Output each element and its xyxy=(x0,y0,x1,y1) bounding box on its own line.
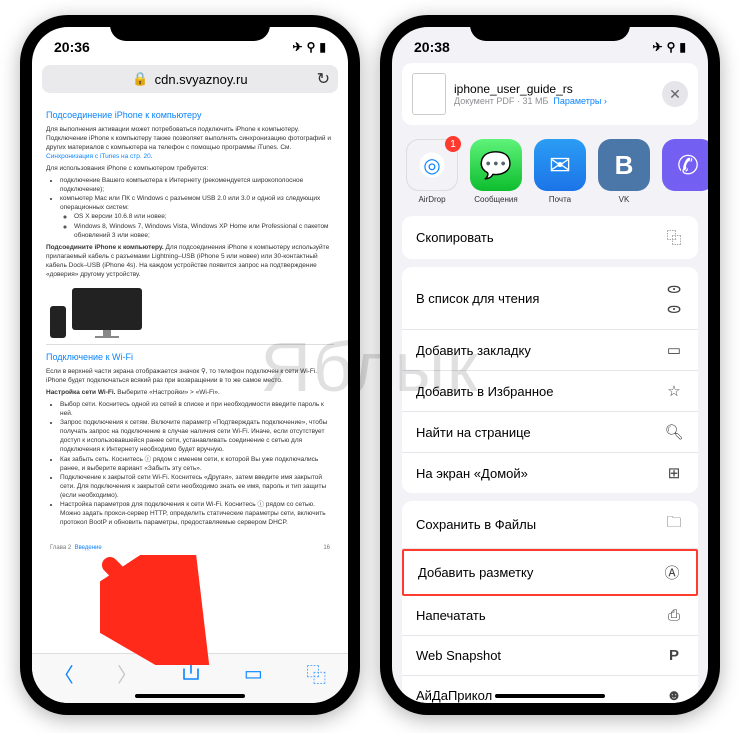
action-group-3: Сохранить в Файлы 🗀 Добавить разметку Ⓐ … xyxy=(402,501,698,703)
smile-icon: ☻ xyxy=(664,687,684,703)
action-add-home[interactable]: На экран «Домой» ⊞ xyxy=(402,453,698,493)
close-icon: ✕ xyxy=(669,86,681,103)
options-link[interactable]: Параметры › xyxy=(553,96,606,106)
status-time: 20:36 xyxy=(54,39,90,55)
share-button[interactable] xyxy=(181,659,201,689)
address-bar[interactable]: 🔒 cdn.svyaznoy.ru ↻ xyxy=(42,65,338,93)
action-group-2: В список для чтения ᯣᯣ Добавить закладку… xyxy=(402,267,698,493)
li-computer: компьютер Mac или ПК с Windows с разъемо… xyxy=(60,195,320,211)
app-messages[interactable]: 💬 Сообщения xyxy=(470,139,522,204)
airplane-icon: ✈︎ xyxy=(653,40,663,54)
messages-icon: 💬 xyxy=(470,139,522,191)
phone-left: 20:36 ✈︎ ⚲ ▮ 🔒 cdn.svyaznoy.ru ↻ Подсоед… xyxy=(20,15,360,715)
li-settings: Настройка параметров для подключения к с… xyxy=(60,500,334,527)
home-indicator[interactable] xyxy=(135,694,245,698)
screen-right: 20:38 ✈︎ ⚲ ▮ iphone_user_guide_rs Докуме… xyxy=(392,27,708,703)
airdrop-icon: ◎1 xyxy=(406,139,458,191)
reload-icon[interactable]: ↻ xyxy=(317,69,330,89)
action-save-files[interactable]: Сохранить в Файлы 🗀 xyxy=(402,501,698,549)
action-add-bookmark[interactable]: Добавить закладку ▭ xyxy=(402,330,698,371)
battery-icon: ▮ xyxy=(319,40,326,54)
document-title: iphone_user_guide_rs xyxy=(454,82,654,96)
vk-icon: B xyxy=(598,139,650,191)
device-illustration xyxy=(46,282,334,345)
plus-square-icon: ⊞ xyxy=(664,464,684,482)
app-viber[interactable]: ✆ xyxy=(662,139,708,204)
li-forget: Как забыть сеть. Коснитесь ⓘ рядом с име… xyxy=(60,455,334,473)
wifi-icon: ⚲ xyxy=(307,40,316,54)
action-group-1: Скопировать ⿻ xyxy=(402,216,698,259)
li-ask-join: Запрос подключения к сетям. Включите пар… xyxy=(60,418,334,454)
action-aidaprikol[interactable]: АйДаПрикол ☻ xyxy=(402,676,698,703)
app-mail[interactable]: ✉︎ Почта xyxy=(534,139,586,204)
phone-right: 20:38 ✈︎ ⚲ ▮ iphone_user_guide_rs Докуме… xyxy=(380,15,720,715)
page-content[interactable]: Подсоединение iPhone к компьютеру Для вы… xyxy=(32,97,348,637)
battery-icon: ▮ xyxy=(679,40,686,54)
screen-left: 20:36 ✈︎ ⚲ ▮ 🔒 cdn.svyaznoy.ru ↻ Подсоед… xyxy=(32,27,348,703)
markup-icon: Ⓐ xyxy=(662,562,682,583)
para2: Для использования iPhone с компьютером т… xyxy=(46,164,334,173)
bookmarks-button[interactable]: ▭ xyxy=(244,661,263,686)
status-time: 20:38 xyxy=(414,39,450,55)
li-osx: OS X версии 10.6.8 или новее; xyxy=(74,212,334,221)
status-icons: ✈︎ ⚲ ▮ xyxy=(293,40,326,54)
share-apps-row[interactable]: ◎1 AirDrop 💬 Сообщения ✉︎ Почта B VK ✆ xyxy=(392,135,708,216)
para5: Выберите «Настройки» > «Wi-Fi». xyxy=(115,389,219,396)
illustration-iphone xyxy=(50,306,66,338)
link-itunes[interactable]: Синхронизация с iTunes на стр. 20 xyxy=(46,153,151,160)
notch xyxy=(470,15,630,41)
search-icon: 🔍︎ xyxy=(664,423,684,441)
home-indicator[interactable] xyxy=(495,694,605,698)
li-windows: Windows 8, Windows 7, Windows Vista, Win… xyxy=(74,222,334,240)
action-print[interactable]: Напечатать ⎙ xyxy=(402,596,698,636)
para3-bold: Подсоедините iPhone к компьютеру. xyxy=(46,244,164,251)
lock-icon: 🔒 xyxy=(132,71,148,87)
li-closed: Подключение к закрытой сети Wi-Fi. Косни… xyxy=(60,473,334,500)
action-markup[interactable]: Добавить разметку Ⓐ xyxy=(402,549,698,596)
wifi-icon: ⚲ xyxy=(667,40,676,54)
app-airdrop[interactable]: ◎1 AirDrop xyxy=(406,139,458,204)
li-choose-net: Выбор сети. Коснитесь одной из сетей в с… xyxy=(60,400,334,418)
airdrop-badge: 1 xyxy=(445,136,461,152)
action-add-favorite[interactable]: Добавить в Избранное ☆ xyxy=(402,371,698,412)
para4: Если в верхней части экрана отображается… xyxy=(46,367,334,385)
illustration-monitor xyxy=(72,288,142,330)
heading-connect-computer: Подсоединение iPhone к компьютеру xyxy=(46,109,334,122)
para5-bold: Настройка сети Wi-Fi. xyxy=(46,389,115,396)
heading-wifi: Подключение к Wi-Fi xyxy=(46,351,334,364)
viber-icon: ✆ xyxy=(662,139,708,191)
tabs-button[interactable]: ⿻ xyxy=(306,659,326,688)
share-header: iphone_user_guide_rs Документ PDF · 31 М… xyxy=(402,63,698,125)
page-footer: Глава 2 Введение 16 xyxy=(46,530,334,552)
folder-icon: 🗀 xyxy=(664,512,684,537)
li-internet: подключение Вашего компьютера к Интернет… xyxy=(60,176,334,194)
app-vk[interactable]: B VK xyxy=(598,139,650,204)
status-icons: ✈︎ ⚲ ▮ xyxy=(653,40,686,54)
action-web-snapshot[interactable]: Web Snapshot P xyxy=(402,636,698,676)
close-button[interactable]: ✕ xyxy=(662,81,688,107)
back-button[interactable]: 〈 xyxy=(54,659,74,688)
airplane-icon: ✈︎ xyxy=(293,40,303,54)
action-reading-list[interactable]: В список для чтения ᯣᯣ xyxy=(402,267,698,330)
mail-icon: ✉︎ xyxy=(534,139,586,191)
snapshot-icon: P xyxy=(664,647,684,664)
document-subtitle: Документ PDF · 31 МБ Параметры › xyxy=(454,96,654,106)
url-text: cdn.svyaznoy.ru xyxy=(155,72,248,87)
action-copy[interactable]: Скопировать ⿻ xyxy=(402,216,698,259)
notch xyxy=(110,15,270,41)
para1: Для выполнения активации может потребова… xyxy=(46,126,331,151)
copy-icon: ⿻ xyxy=(664,227,684,248)
glasses-icon: ᯣᯣ xyxy=(664,278,684,318)
star-icon: ☆ xyxy=(664,382,684,400)
book-icon: ▭ xyxy=(664,341,684,359)
printer-icon: ⎙ xyxy=(664,607,684,624)
forward-button: 〉 xyxy=(117,659,137,688)
action-find-on-page[interactable]: Найти на странице 🔍︎ xyxy=(402,412,698,453)
document-icon xyxy=(412,73,446,115)
